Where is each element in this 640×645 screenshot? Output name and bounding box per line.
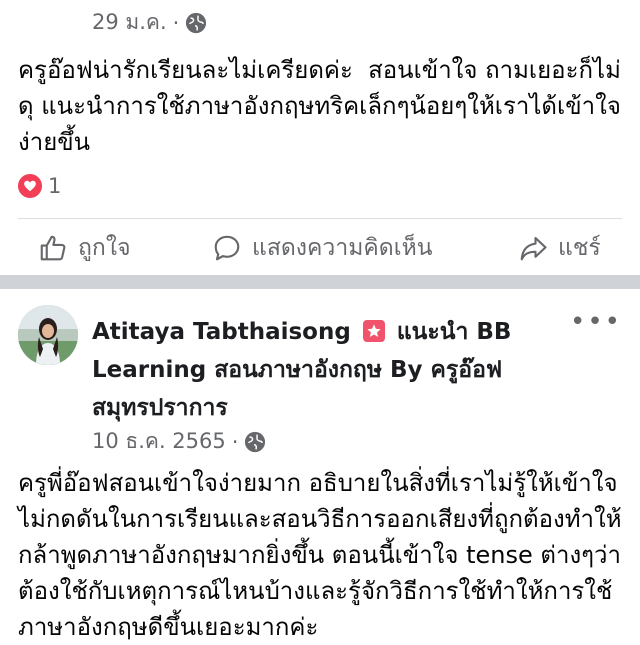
share-button[interactable]: แชร์	[518, 220, 601, 275]
globe-icon	[245, 431, 266, 452]
post-card: Atitaya Tabthaisong แนะนำ BB Learning สอ…	[0, 289, 640, 641]
recommend-star-icon	[362, 320, 385, 342]
meta-separator: ·	[172, 10, 180, 35]
comment-label: แสดงความคิดเห็น	[252, 234, 433, 261]
post-text: ครูพี่อ๊อฟสอนเข้าใจง่ายมาก อธิบายในสิ่งท…	[18, 469, 626, 641]
thumbs-up-icon	[40, 235, 66, 260]
avatar[interactable]	[18, 305, 78, 365]
globe-icon	[186, 12, 207, 33]
share-icon	[520, 236, 547, 260]
post-meta: 29 ม.ค. ·	[92, 6, 207, 39]
meta-separator: ·	[231, 429, 239, 454]
more-options-button[interactable]: •••	[570, 309, 622, 335]
author-name[interactable]: Atitaya Tabthaisong	[92, 319, 351, 345]
action-bar: ถูกใจ แสดงความคิดเห็น แชร์	[0, 220, 640, 275]
reaction-summary[interactable]: 1	[18, 174, 61, 198]
post-header-text: Atitaya Tabthaisong แนะนำ BB Learning สอ…	[92, 313, 532, 427]
share-label: แชร์	[558, 234, 601, 261]
feed-separator	[0, 275, 640, 289]
post-text: ครูอ๊อฟน่ารักเรียนละไม่เครียดค่ะ สอนเข้า…	[18, 56, 621, 156]
divider	[18, 218, 622, 219]
like-label: ถูกใจ	[78, 234, 131, 261]
reaction-count: 1	[48, 174, 62, 198]
heart-icon	[18, 174, 42, 198]
post-card: 29 ม.ค. · ครูอ๊อฟน่ารักเรียนละไม่เครียดค…	[0, 0, 640, 275]
comment-icon	[214, 235, 240, 260]
post-timestamp[interactable]: 29 ม.ค.	[92, 6, 167, 39]
like-button[interactable]: ถูกใจ	[38, 220, 131, 275]
post-meta: 10 ธ.ค. 2565 ·	[92, 425, 266, 458]
comment-button[interactable]: แสดงความคิดเห็น	[212, 220, 432, 275]
post-timestamp[interactable]: 10 ธ.ค. 2565	[92, 425, 226, 458]
